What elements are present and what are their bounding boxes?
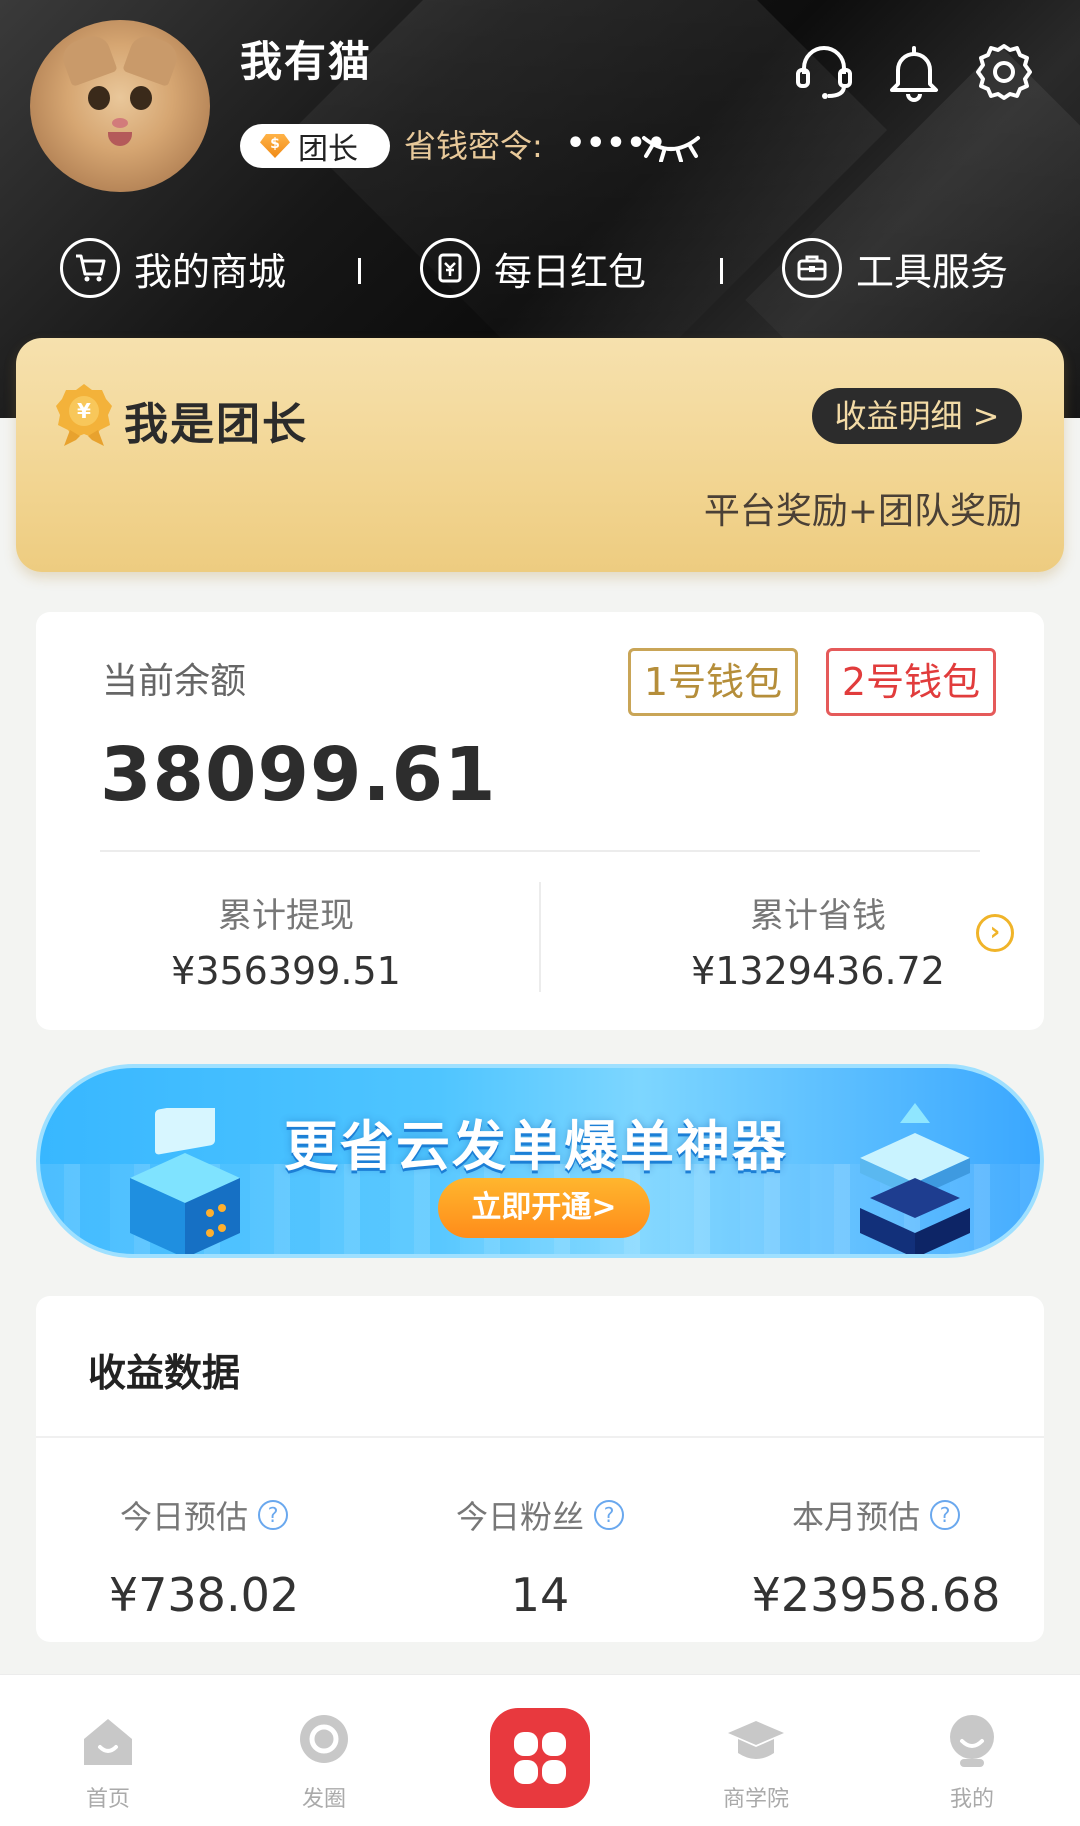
divider bbox=[36, 1436, 1044, 1438]
bell-icon[interactable] bbox=[882, 40, 946, 104]
wallet-1-button[interactable]: 1号钱包 bbox=[628, 648, 798, 716]
avatar-cat-eye bbox=[130, 86, 152, 110]
toolbox-icon bbox=[782, 238, 842, 298]
income-data-card: 收益数据 今日预估 ? ¥738.02 今日粉丝 ? 14 本月预估 ? ¥23… bbox=[36, 1296, 1044, 1642]
tab-home[interactable]: 首页 bbox=[38, 1709, 178, 1813]
stat-label: 今日预估 ? bbox=[120, 1492, 288, 1538]
stat-label: 累计省钱 bbox=[750, 896, 886, 936]
stat-value: 14 bbox=[510, 1568, 570, 1622]
circle-icon bbox=[300, 1715, 348, 1763]
income-data-title: 收益数据 bbox=[88, 1351, 241, 1395]
avatar-cat-eye bbox=[88, 86, 110, 110]
badge-label: 团长 bbox=[298, 132, 358, 167]
profile-icon bbox=[950, 1715, 994, 1767]
activate-now-button[interactable]: 立即开通> bbox=[438, 1178, 650, 1238]
today-fans-stat: 今日粉丝 ? 14 bbox=[372, 1492, 708, 1622]
stat-label: 累计提现 bbox=[218, 896, 354, 936]
tab-label: 发圈 bbox=[301, 1787, 346, 1812]
today-estimate-stat: 今日预估 ? ¥738.02 bbox=[36, 1492, 372, 1622]
redpack-icon bbox=[420, 238, 480, 298]
stat-label: 今日粉丝 ? bbox=[456, 1492, 624, 1538]
divider bbox=[539, 882, 541, 992]
home-icon bbox=[84, 1719, 132, 1765]
tab-center[interactable] bbox=[490, 1708, 590, 1808]
stat-value: ¥23958.68 bbox=[751, 1568, 1001, 1622]
avatar-cat-ear bbox=[122, 31, 182, 87]
quick-nav-daily-redpack[interactable]: 每日红包 bbox=[420, 238, 646, 298]
tab-label: 商学院 bbox=[722, 1787, 789, 1812]
tab-business-school[interactable]: 商学院 bbox=[686, 1709, 826, 1813]
help-icon[interactable]: ? bbox=[594, 1500, 624, 1530]
quick-nav-label: 我的商城 bbox=[134, 249, 287, 294]
total-withdraw-stat: 累计提现 ¥356399.51 bbox=[76, 888, 496, 993]
promo-banner[interactable]: 更省云发单爆单神器 立即开通> bbox=[36, 1064, 1044, 1258]
diamond-icon: $ bbox=[260, 134, 290, 158]
tab-label: 首页 bbox=[85, 1787, 130, 1812]
leader-card: ¥ 我是团长 收益明细 > 平台奖励+团队奖励 bbox=[16, 338, 1064, 572]
avatar-cat-ear bbox=[58, 31, 118, 87]
stat-label-text: 今日粉丝 bbox=[455, 1498, 584, 1536]
tab-label: 我的 bbox=[949, 1787, 994, 1812]
customer-service-icon[interactable] bbox=[792, 40, 856, 104]
help-icon[interactable]: ? bbox=[258, 1500, 288, 1530]
help-icon[interactable]: ? bbox=[930, 1500, 960, 1530]
tab-mine[interactable]: 我的 bbox=[902, 1709, 1042, 1813]
leader-card-title: 我是团长 bbox=[124, 399, 308, 450]
avatar[interactable] bbox=[30, 20, 210, 192]
divider bbox=[720, 258, 723, 284]
server-stack-illustration bbox=[860, 1103, 970, 1254]
divider bbox=[358, 258, 361, 284]
avatar-cat-mouth bbox=[108, 132, 132, 146]
balance-card: 当前余额 38099.61 1号钱包 2号钱包 累计提现 ¥356399.51 … bbox=[36, 612, 1044, 1030]
stat-value: ¥1329436.72 bbox=[691, 949, 945, 993]
quick-nav-label: 工具服务 bbox=[856, 249, 1009, 294]
quick-nav: 我的商城 每日红包 工具服务 bbox=[0, 230, 1080, 310]
month-estimate-stat: 本月预估 ? ¥23958.68 bbox=[708, 1492, 1044, 1622]
stat-value: ¥738.02 bbox=[108, 1568, 300, 1622]
eye-closed-icon[interactable] bbox=[640, 130, 702, 162]
stat-label-text: 今日预估 bbox=[119, 1498, 248, 1536]
divider bbox=[100, 850, 980, 852]
secret-code-label: 省钱密令: bbox=[404, 127, 543, 165]
server-illustration bbox=[130, 1108, 240, 1254]
quick-nav-my-mall[interactable]: 我的商城 bbox=[60, 238, 286, 298]
medal-icon: ¥ bbox=[56, 384, 112, 446]
username: 我有猫 bbox=[240, 37, 373, 86]
balance-label: 当前余额 bbox=[102, 661, 247, 702]
quick-nav-tool-service[interactable]: 工具服务 bbox=[782, 238, 1008, 298]
stat-value: ¥356399.51 bbox=[171, 949, 401, 993]
leader-card-subtitle: 平台奖励+团队奖励 bbox=[703, 491, 1022, 532]
svg-text:¥: ¥ bbox=[77, 399, 91, 423]
stat-label: 本月预估 ? bbox=[792, 1492, 960, 1538]
banner-title: 更省云发单爆单神器 bbox=[284, 1115, 788, 1178]
income-detail-button[interactable]: 收益明细 > bbox=[812, 388, 1022, 444]
leader-badge: $ 团长 bbox=[240, 124, 390, 168]
avatar-cat-nose bbox=[112, 118, 128, 128]
total-saved-stat[interactable]: 累计省钱 ¥1329436.72 bbox=[608, 888, 1028, 993]
stat-label-text: 本月预估 bbox=[791, 1498, 920, 1536]
wallet-2-button[interactable]: 2号钱包 bbox=[826, 648, 996, 716]
center-grid-icon bbox=[514, 1732, 566, 1784]
cart-icon bbox=[60, 238, 120, 298]
tab-moments[interactable]: 发圈 bbox=[254, 1709, 394, 1813]
chevron-right-circle-icon[interactable]: › bbox=[976, 914, 1014, 952]
quick-nav-label: 每日红包 bbox=[494, 249, 647, 294]
balance-value: 38099.61 bbox=[100, 732, 497, 818]
mortarboard-icon bbox=[728, 1721, 784, 1759]
gear-icon[interactable] bbox=[972, 40, 1036, 104]
